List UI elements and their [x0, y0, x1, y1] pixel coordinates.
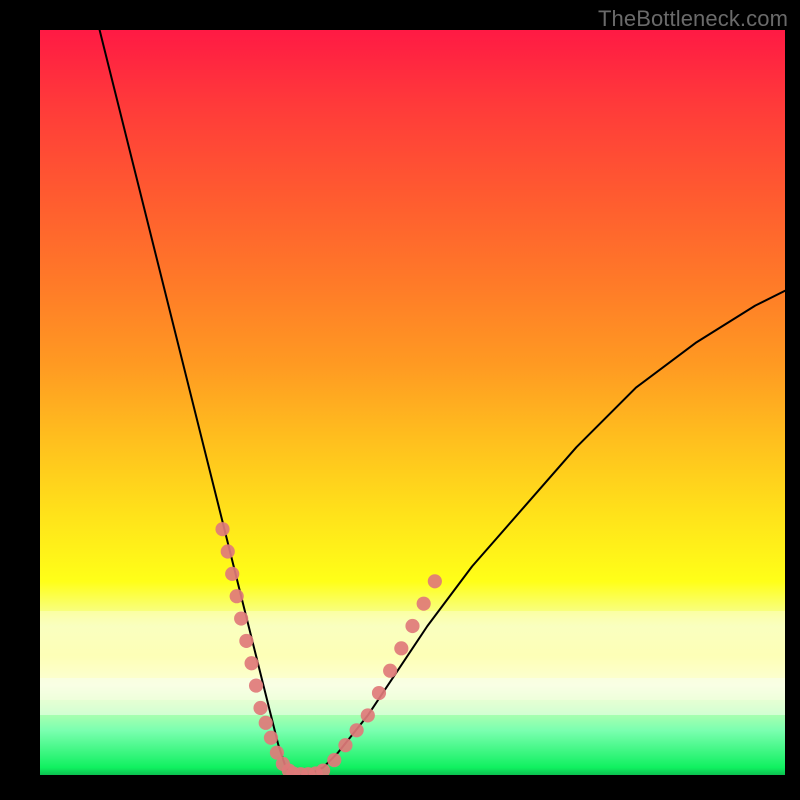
marker-dot — [245, 656, 259, 670]
marker-dot — [249, 679, 263, 693]
bottleneck-curve — [100, 30, 785, 775]
marker-dot — [394, 641, 408, 655]
data-markers — [215, 522, 441, 775]
marker-dot — [350, 723, 364, 737]
chart-frame: TheBottleneck.com — [0, 0, 800, 800]
curve-layer — [40, 30, 785, 775]
marker-dot — [230, 589, 244, 603]
marker-dot — [417, 597, 431, 611]
marker-dot — [383, 664, 397, 678]
marker-dot — [372, 686, 386, 700]
marker-dot — [428, 574, 442, 588]
marker-dot — [338, 738, 352, 752]
marker-dot — [361, 708, 375, 722]
watermark-text: TheBottleneck.com — [598, 6, 788, 32]
marker-dot — [234, 611, 248, 625]
curve-path — [100, 30, 785, 775]
marker-dot — [215, 522, 229, 536]
marker-dot — [253, 701, 267, 715]
marker-dot — [264, 731, 278, 745]
marker-dot — [225, 567, 239, 581]
marker-dot — [327, 753, 341, 767]
marker-dot — [405, 619, 419, 633]
marker-dot — [239, 634, 253, 648]
marker-dot — [316, 763, 330, 775]
marker-dot — [259, 716, 273, 730]
marker-dot — [221, 544, 235, 558]
plot-area — [40, 30, 785, 775]
